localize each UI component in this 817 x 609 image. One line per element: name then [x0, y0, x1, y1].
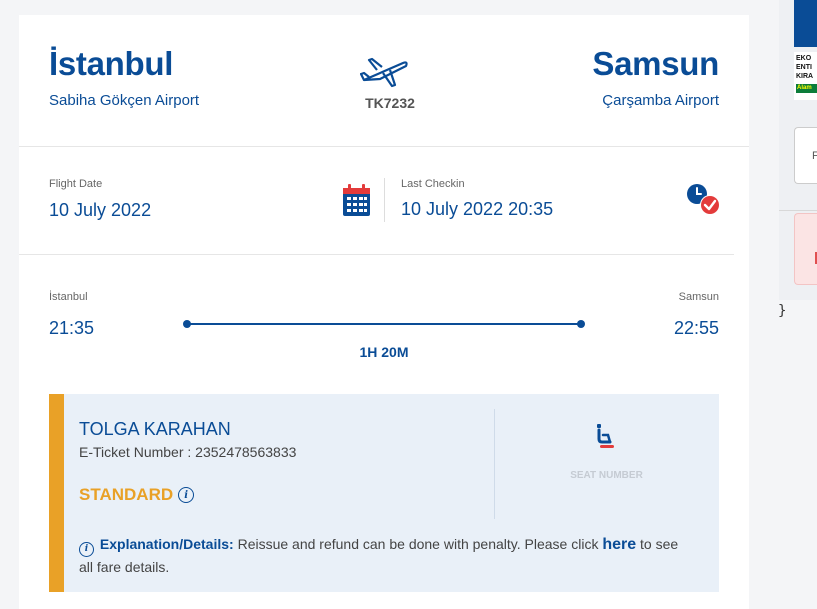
- route-end-dot: [577, 320, 585, 328]
- logo-text: ENTI: [796, 64, 812, 71]
- passenger-name: TOLGA KARAHAN: [79, 419, 231, 439]
- side-input-text: F: [812, 150, 817, 162]
- last-checkin-label: Last Checkin: [401, 178, 465, 190]
- route-destination-city: Samsun: [678, 291, 719, 303]
- eticket-label: E-Ticket Number :: [79, 444, 196, 460]
- passenger-panel: TOLGA KARAHAN E-Ticket Number : 23524785…: [49, 394, 719, 592]
- eticket-number: E-Ticket Number : 2352478563833: [79, 444, 296, 460]
- side-alert: [794, 213, 817, 285]
- partner-logo[interactable]: EKO ENTI KIRA Alam: [794, 52, 817, 100]
- logo-text: EKO: [796, 55, 812, 62]
- flight-card: İstanbul Sabiha Gökçen Airport TK7232 Sa…: [19, 15, 749, 609]
- date-divider: [384, 178, 385, 222]
- info-icon: i: [79, 541, 94, 557]
- fare-details-link[interactable]: here: [602, 536, 636, 553]
- eticket-value: 2352478563833: [195, 444, 297, 460]
- destination-airport: Çarşamba Airport: [602, 92, 719, 109]
- route-line: [186, 323, 582, 325]
- last-checkin-value: 10 July 2022 20:35: [401, 199, 554, 219]
- seat-number-label: SEAT NUMBER: [570, 470, 643, 481]
- fare-explanation: i Explanation/Details: Reissue and refun…: [79, 534, 684, 577]
- logo-text: KIRA: [796, 73, 814, 80]
- info-icon[interactable]: i: [178, 487, 195, 503]
- explanation-text: Reissue and refund can be done with pena…: [233, 536, 603, 552]
- explanation-title: Explanation/Details:: [99, 536, 234, 552]
- passenger-divider: [494, 409, 495, 519]
- flight-duration: 1H 20M: [359, 344, 409, 360]
- arrival-time: 22:55: [673, 318, 719, 338]
- origin-city: İstanbul: [49, 45, 174, 82]
- fare-class: STANDARD i: [79, 485, 195, 505]
- divider: [19, 146, 749, 147]
- side-banner[interactable]: [794, 0, 817, 47]
- origin-airport: Sabiha Gökçen Airport: [49, 92, 200, 109]
- logo-badge: Alam: [796, 84, 817, 93]
- flight-date-value: 10 July 2022: [49, 200, 152, 220]
- seat-icon: [597, 424, 614, 448]
- flight-date-label: Flight Date: [49, 178, 103, 190]
- clock-check-icon: [687, 184, 720, 215]
- calendar-icon: [343, 184, 370, 216]
- airplane-departure-icon: [360, 57, 408, 88]
- departure-time: 21:35: [49, 318, 95, 338]
- side-divider: [779, 210, 817, 211]
- destination-city: Samsun: [592, 45, 719, 82]
- fare-color-bar: [49, 394, 64, 592]
- route-origin-city: İstanbul: [49, 291, 88, 303]
- side-input[interactable]: F: [794, 127, 817, 184]
- route-start-dot: [183, 320, 191, 328]
- fare-class-label: STANDARD: [79, 485, 174, 504]
- divider: [19, 254, 734, 255]
- flight-number: TK7232: [365, 95, 415, 111]
- stray-text: }: [778, 303, 787, 319]
